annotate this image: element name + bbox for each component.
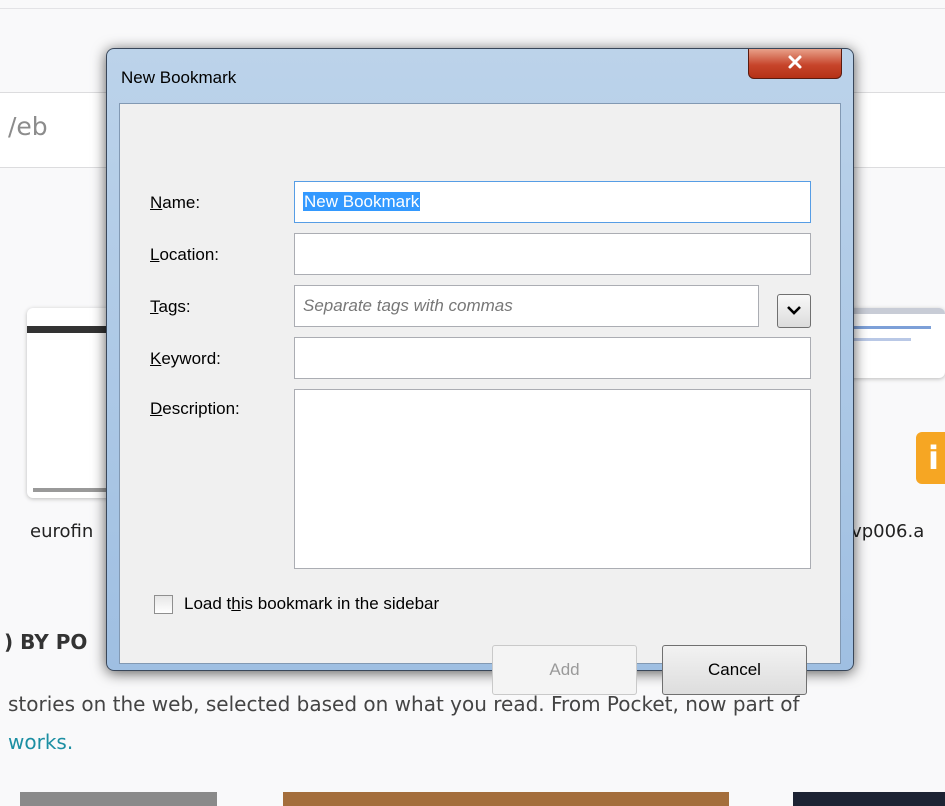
- top-site-tile-eurofins[interactable]: [27, 308, 117, 498]
- tags-input[interactable]: Separate tags with commas: [294, 285, 759, 327]
- story-card-thumbnail[interactable]: [283, 792, 729, 806]
- location-input[interactable]: [294, 233, 811, 275]
- tile-thumbnail-footer: [33, 488, 114, 492]
- keyword-input[interactable]: [294, 337, 811, 379]
- site-favicon-icon[interactable]: i: [916, 432, 945, 484]
- tags-dropdown-button[interactable]: [777, 294, 811, 328]
- name-input[interactable]: New Bookmark: [294, 181, 811, 223]
- cancel-button[interactable]: Cancel: [662, 645, 807, 695]
- search-placeholder: /eb: [8, 112, 48, 141]
- tile-thumbnail-strip: [843, 308, 945, 314]
- description-textarea[interactable]: [294, 389, 811, 569]
- name-input-value: New Bookmark: [303, 192, 421, 211]
- dialog-body: Name: New Bookmark Location: Tags: Separ…: [119, 103, 841, 695]
- page-top-divider: [0, 8, 945, 9]
- close-icon: [788, 55, 802, 69]
- description-label: Description:: [150, 399, 240, 418]
- pocket-section-heading: ) BY PO: [4, 630, 88, 654]
- tile-thumbnail-line: [851, 326, 931, 329]
- pocket-learn-more-link[interactable]: works.: [8, 730, 73, 754]
- dialog-title: New Bookmark: [121, 68, 237, 87]
- chevron-down-icon: [787, 306, 801, 315]
- load-in-sidebar-label[interactable]: Load this bookmark in the sidebar: [184, 594, 439, 614]
- story-card-thumbnail[interactable]: [793, 792, 945, 806]
- add-button[interactable]: Add: [492, 645, 637, 695]
- location-label: Location:: [150, 245, 220, 264]
- name-label: Name:: [150, 193, 201, 212]
- keyword-label: Keyword:: [150, 349, 221, 368]
- tags-placeholder: Separate tags with commas: [303, 296, 513, 315]
- tile-thumbnail-bar: [27, 326, 117, 333]
- tile-thumbnail-line: [851, 338, 911, 341]
- new-bookmark-dialog: New Bookmark Name: New Bookmark Location…: [106, 48, 854, 695]
- close-button[interactable]: [748, 49, 842, 79]
- tags-label: Tags:: [150, 297, 191, 316]
- top-site-label[interactable]: eurofin: [30, 521, 93, 542]
- story-card-thumbnail[interactable]: [20, 792, 217, 806]
- pocket-description: stories on the web, selected based on wh…: [8, 692, 800, 716]
- top-site-tile-evp006[interactable]: [843, 308, 945, 378]
- load-in-sidebar-checkbox[interactable]: [154, 595, 173, 614]
